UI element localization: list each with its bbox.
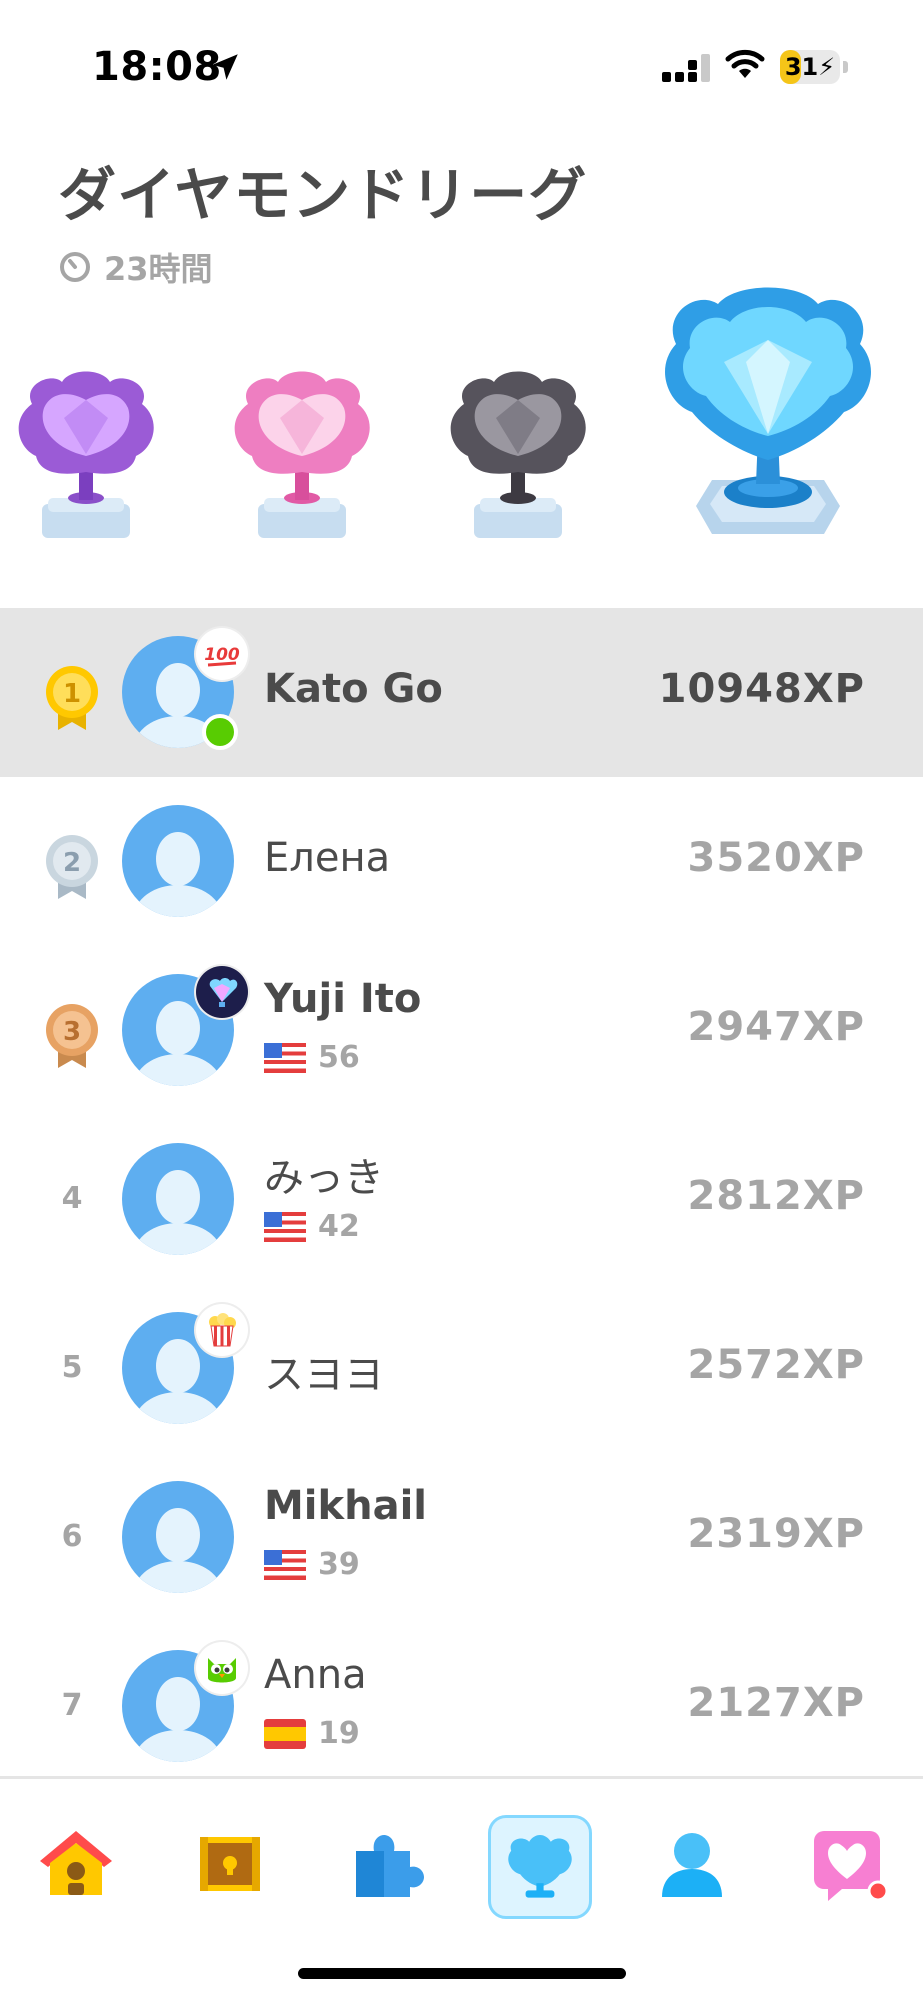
puzzle-icon bbox=[356, 1835, 424, 1897]
league-title: ダイヤモンドリーグ bbox=[58, 161, 588, 229]
user-xp: 2947XP bbox=[687, 1004, 865, 1050]
leaderboard-row[interactable]: 5 スヨヨ 2572XP bbox=[0, 1284, 923, 1453]
user-xp: 2127XP bbox=[687, 1680, 865, 1726]
streak-count: 39 bbox=[318, 1547, 360, 1582]
location-arrow-icon bbox=[212, 54, 238, 80]
us-flag-icon bbox=[264, 1042, 306, 1073]
leaderboard-icon bbox=[508, 1835, 572, 1898]
avatar[interactable] bbox=[122, 1143, 234, 1255]
leaderboard-row[interactable]: 7 Anna 19 2127XP bbox=[0, 1622, 923, 1791]
streak-count: 42 bbox=[318, 1209, 360, 1244]
charging-bolt-icon: ⚡ bbox=[818, 53, 836, 81]
status-bar: 18:08 31⚡ bbox=[0, 0, 923, 135]
user-xp: 2572XP bbox=[687, 1342, 865, 1388]
leaderboard-row-current-user[interactable]: 1 100 Kato Go 10948XP bbox=[0, 608, 923, 777]
league-timer: 23時間 bbox=[58, 244, 213, 290]
streak-count: 56 bbox=[318, 1040, 360, 1075]
user-xp: 2812XP bbox=[687, 1173, 865, 1219]
streak-count: 19 bbox=[318, 1716, 360, 1751]
rank-number: 6 bbox=[61, 1519, 83, 1554]
home-indicator bbox=[298, 1968, 626, 1979]
profile-icon bbox=[662, 1833, 722, 1897]
us-flag-icon bbox=[264, 1211, 306, 1242]
hundred-points-icon: 100 bbox=[196, 628, 248, 680]
user-language-row: 19 bbox=[264, 1716, 360, 1751]
amethyst-league-trophy-icon bbox=[18, 371, 154, 538]
spain-flag-icon bbox=[264, 1718, 306, 1749]
home-icon bbox=[40, 1831, 112, 1895]
gold-medal-icon: 1 bbox=[46, 666, 98, 730]
online-status-indicator bbox=[202, 714, 238, 750]
battery-indicator: 31⚡ bbox=[780, 50, 848, 84]
user-language-row: 56 bbox=[264, 1040, 360, 1075]
nav-practice[interactable] bbox=[336, 1815, 432, 1911]
nav-shop[interactable] bbox=[800, 1815, 896, 1911]
battery-level: 31 bbox=[784, 53, 819, 81]
user-name: Kato Go bbox=[264, 666, 443, 712]
user-language-row: 42 bbox=[264, 1209, 360, 1244]
diamond-league-trophy-icon bbox=[665, 287, 871, 534]
rank-number: 5 bbox=[61, 1350, 83, 1385]
heart-shop-icon bbox=[814, 1831, 888, 1902]
nav-leaderboards[interactable] bbox=[488, 1815, 592, 1919]
user-name: Yuji Ito bbox=[264, 976, 422, 1022]
bronze-medal-icon: 3 bbox=[46, 1004, 98, 1068]
cellular-signal-icon bbox=[662, 54, 710, 82]
user-name: Mikhail bbox=[264, 1483, 428, 1529]
user-name: Anna bbox=[264, 1652, 367, 1698]
clock-icon bbox=[60, 252, 90, 282]
rank-number: 3 bbox=[63, 1017, 81, 1047]
user-name: みっき bbox=[264, 1155, 384, 1201]
notification-dot bbox=[867, 1880, 888, 1902]
diamond-league-icon bbox=[196, 966, 248, 1018]
silver-medal-icon: 2 bbox=[46, 835, 98, 899]
user-name: スヨヨ bbox=[264, 1352, 384, 1398]
leaderboard-row[interactable]: 2 Елена 3520XP bbox=[0, 777, 923, 946]
avatar[interactable] bbox=[122, 1481, 234, 1593]
nav-home[interactable] bbox=[28, 1815, 124, 1911]
leaderboard-row[interactable]: 3 Yuji Ito 56 2947XP bbox=[0, 946, 923, 1115]
leaderboard: 1 100 Kato Go 10948XP 2 Елена 3520XP 3 Y… bbox=[0, 608, 923, 1791]
rank-number: 7 bbox=[61, 1688, 83, 1723]
time-left: 23時間 bbox=[104, 250, 213, 288]
wifi-icon bbox=[725, 49, 765, 78]
leaderboard-row[interactable]: 4 みっき 42 2812XP bbox=[0, 1115, 923, 1284]
treasure-chest-icon bbox=[200, 1837, 260, 1891]
leaderboard-row[interactable]: 6 Mikhail 39 2319XP bbox=[0, 1453, 923, 1622]
user-xp: 2319XP bbox=[687, 1511, 865, 1557]
rank-number: 2 bbox=[63, 848, 81, 878]
nav-chest[interactable] bbox=[182, 1815, 278, 1911]
user-name: Елена bbox=[264, 835, 391, 881]
us-flag-icon bbox=[264, 1549, 306, 1580]
status-time: 18:08 bbox=[92, 44, 222, 90]
obsidian-league-trophy-icon bbox=[450, 371, 586, 538]
popcorn-icon bbox=[196, 1304, 248, 1356]
pearl-league-trophy-icon bbox=[234, 371, 370, 538]
rank-number: 1 bbox=[63, 679, 81, 709]
user-xp: 10948XP bbox=[658, 666, 865, 712]
user-language-row: 39 bbox=[264, 1547, 360, 1582]
nav-profile[interactable] bbox=[644, 1815, 740, 1911]
user-xp: 3520XP bbox=[687, 835, 865, 881]
avatar[interactable] bbox=[122, 805, 234, 917]
owl-icon bbox=[196, 1642, 248, 1694]
rank-number: 4 bbox=[61, 1181, 83, 1216]
